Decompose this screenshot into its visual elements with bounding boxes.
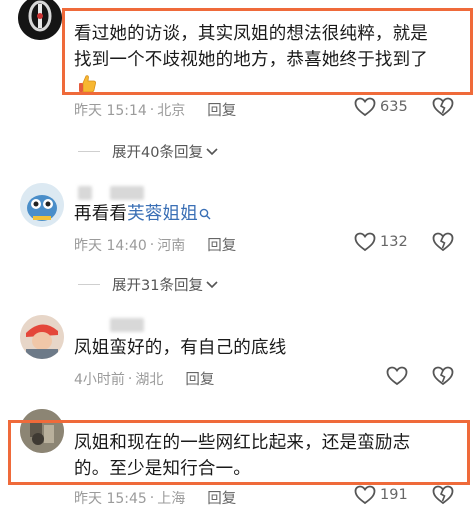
comment-time: 昨天 15:45 — [74, 490, 147, 507]
heart-icon — [354, 232, 376, 252]
broken-heart-icon — [432, 366, 454, 386]
like-count: 635 — [380, 99, 408, 115]
highlight-box — [62, 8, 473, 95]
reply-button[interactable]: 回复 — [185, 368, 214, 389]
broken-heart-icon — [432, 97, 454, 117]
broken-heart-icon — [432, 485, 454, 505]
comment-meta: 昨天 15:45 · 上海 回复 — [74, 487, 236, 508]
highlight-box — [8, 420, 470, 485]
comment-meta: 昨天 15:14 · 北京 回复 — [74, 99, 236, 120]
reply-button[interactable]: 回复 — [207, 487, 236, 508]
chevron-down-icon — [206, 145, 218, 159]
like-count: 132 — [380, 234, 408, 250]
avatar[interactable] — [20, 315, 64, 359]
comment-time: 昨天 14:40 — [74, 237, 147, 254]
like-button[interactable]: 635 — [354, 97, 408, 117]
comment-time: 昨天 15:14 — [74, 102, 147, 119]
username-blurred — [78, 186, 92, 200]
avatar[interactable] — [20, 183, 64, 227]
search-icon[interactable] — [199, 208, 211, 220]
mention-link[interactable]: 芙蓉姐姐 — [127, 204, 198, 224]
expand-replies-button[interactable]: 展开31条回复 — [78, 274, 218, 295]
reply-button[interactable]: 回复 — [207, 99, 236, 120]
dislike-button[interactable] — [432, 232, 454, 256]
comment-text: 再看看芙蓉姐姐 — [74, 201, 211, 227]
comment-location: 湖北 — [135, 371, 164, 388]
comment-text: 凤姐蛮好的，有自己的底线 — [74, 338, 287, 358]
like-count: 191 — [380, 487, 408, 503]
comment-location: 北京 — [157, 102, 186, 119]
username-blurred — [110, 186, 144, 200]
dislike-button[interactable] — [432, 97, 454, 121]
comment-location: 河南 — [157, 237, 186, 254]
heart-icon — [354, 485, 376, 505]
expand-replies-button[interactable]: 展开40条回复 — [78, 141, 218, 162]
like-button[interactable]: 191 — [354, 485, 408, 505]
chevron-down-icon — [206, 278, 218, 292]
dislike-button[interactable] — [432, 485, 454, 509]
avatar[interactable] — [18, 0, 62, 40]
comment-location: 上海 — [157, 490, 186, 507]
heart-icon — [354, 97, 376, 117]
username-blurred — [110, 318, 144, 332]
like-button[interactable]: 132 — [354, 232, 408, 252]
heart-icon — [386, 366, 408, 386]
comment-meta: 昨天 14:40 · 河南 回复 — [74, 234, 236, 255]
reply-button[interactable]: 回复 — [207, 234, 236, 255]
comment-meta: 4小时前 · 湖北 回复 — [74, 368, 214, 389]
like-button[interactable] — [386, 366, 408, 386]
dislike-button[interactable] — [432, 366, 454, 390]
broken-heart-icon — [432, 232, 454, 252]
comment-time: 4小时前 — [74, 371, 125, 388]
